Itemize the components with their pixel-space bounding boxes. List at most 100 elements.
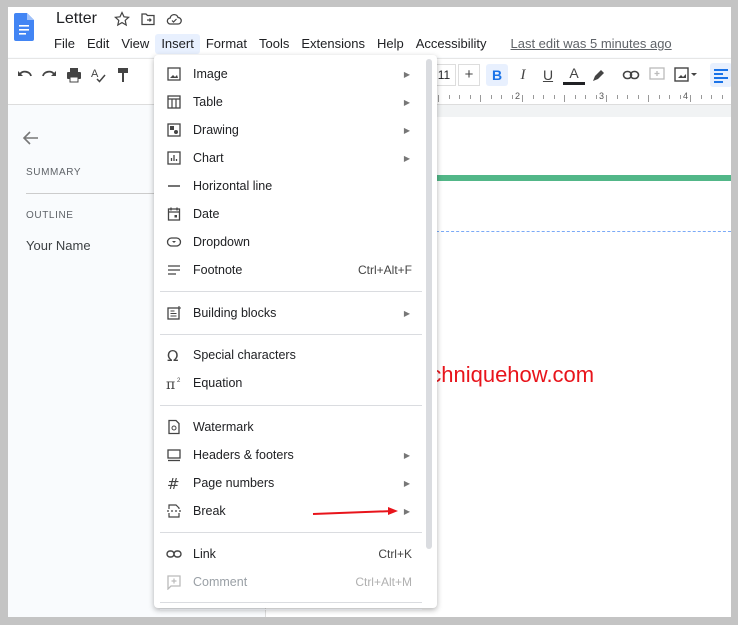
insert-menu-item-watermark[interactable]: Watermark (154, 413, 424, 441)
insert-menu-item-date[interactable]: Date (154, 200, 424, 228)
ruler-tick (595, 95, 597, 99)
redo-icon[interactable] (40, 66, 58, 84)
svg-text:#: # (167, 475, 180, 491)
pi-icon: π2 (166, 375, 182, 391)
ruler-number: 2 (515, 91, 521, 101)
move-folder-icon[interactable] (140, 11, 156, 27)
menu-edit[interactable]: Edit (81, 34, 115, 54)
submenu-arrow-icon: ▶ (403, 97, 410, 107)
headers-footers-icon (166, 447, 182, 463)
align-left-button[interactable] (710, 63, 731, 87)
highlight-icon[interactable] (590, 66, 608, 84)
ruler-tick (616, 95, 618, 99)
break-icon (166, 503, 182, 519)
menu-separator (160, 609, 422, 610)
insert-menu-item-footnote[interactable]: Footnote Ctrl+Alt+F (154, 256, 424, 284)
ruler-number: 4 (683, 91, 689, 101)
menu-item-label: Break (193, 504, 226, 518)
menu-insert[interactable]: Insert (155, 34, 200, 54)
menu-item-label: Dropdown (193, 235, 250, 249)
menu-file[interactable]: File (48, 34, 81, 54)
header: Letter File Edit View Insert Format Tool… (8, 7, 731, 57)
ruler-tick (469, 95, 471, 99)
document-title[interactable]: Letter (56, 10, 97, 28)
menu-help[interactable]: Help (371, 34, 410, 54)
insert-menu-item-equation[interactable]: π 2 Equation (154, 369, 424, 397)
insert-menu-item-headers-footers[interactable]: Headers & footers ▶ (154, 441, 424, 469)
ruler-tick (679, 95, 681, 99)
ruler-tick (511, 95, 513, 99)
menu-format[interactable]: Format (200, 34, 253, 54)
last-edit-link[interactable]: Last edit was 5 minutes ago (505, 34, 678, 54)
ruler-tick (721, 95, 723, 99)
chart-icon (166, 150, 182, 166)
menu-separator (160, 291, 422, 292)
ruler-tick (648, 95, 649, 102)
menu-accessibility[interactable]: Accessibility (410, 34, 493, 54)
insert-menu-item-building-blocks[interactable]: Building blocks ▶ (154, 299, 424, 327)
submenu-arrow-icon: ▶ (403, 153, 410, 163)
menu-item-label: Headers & footers (193, 448, 294, 462)
back-arrow-icon[interactable] (22, 129, 40, 147)
ruler-tick (700, 95, 702, 99)
ruler-tick (564, 95, 565, 102)
underline-button[interactable]: U (537, 64, 559, 86)
ruler-tick (669, 95, 670, 99)
footnote-icon (166, 262, 182, 278)
insert-menu-item-page-numbers[interactable]: # Page numbers ▶ (154, 469, 424, 497)
text-color-button[interactable]: A (563, 63, 585, 85)
bold-button[interactable]: B (486, 64, 508, 86)
menu-separator (160, 334, 422, 335)
menu-item-label: Watermark (193, 420, 254, 434)
outline-heading-item[interactable]: Your Name (26, 238, 91, 253)
insert-image-icon[interactable] (673, 66, 699, 84)
insert-menu-item-drawing[interactable]: Drawing ▶ (154, 116, 424, 144)
ruler-tick (490, 95, 492, 99)
svg-text:2: 2 (177, 378, 181, 384)
menu-item-label: Image (193, 67, 228, 81)
menu-separator (160, 602, 422, 603)
insert-menu-item-table[interactable]: Table ▶ (154, 88, 424, 116)
building-blocks-icon (166, 305, 182, 321)
ruler-tick (606, 95, 607, 102)
docs-window: Letter File Edit View Insert Format Tool… (8, 7, 731, 617)
menu-item-label: Link (193, 547, 216, 561)
italic-button[interactable]: I (512, 64, 534, 86)
ruler-tick (658, 95, 660, 99)
docs-logo-icon[interactable] (14, 13, 34, 41)
menu-extensions[interactable]: Extensions (295, 34, 371, 54)
ruler-tick (711, 95, 712, 99)
submenu-arrow-icon: ▶ (403, 125, 410, 135)
calendar-icon (166, 206, 182, 222)
menu-view[interactable]: View (115, 34, 155, 54)
submenu-arrow-icon: ▶ (403, 308, 410, 318)
spellcheck-icon[interactable]: A (89, 66, 107, 84)
menu-item-label: Equation (193, 376, 243, 390)
insert-menu-item-chart[interactable]: Chart ▶ (154, 144, 424, 172)
insert-menu-item-horizontal-line[interactable]: Horizontal line (154, 172, 424, 200)
comment-icon (166, 574, 182, 590)
watermark-icon (166, 419, 182, 435)
print-icon[interactable] (65, 66, 83, 84)
insert-menu-item-image[interactable]: Image ▶ (154, 60, 424, 88)
ruler-tick (532, 95, 534, 99)
undo-icon[interactable] (16, 66, 34, 84)
insert-menu-item-link[interactable]: Link Ctrl+K (154, 540, 424, 568)
insert-menu-item-special-characters[interactable]: Ω Special characters (154, 341, 424, 369)
summary-label: SUMMARY (26, 167, 82, 178)
increase-font-size-button[interactable]: + (458, 64, 480, 86)
insert-menu-item-dropdown[interactable]: Dropdown (154, 228, 424, 256)
insert-menu: Image ▶ Table ▶ Drawing ▶ Chart ▶ Horizontal lin… (154, 55, 437, 610)
star-icon[interactable] (114, 11, 130, 27)
ruler-tick (438, 95, 439, 102)
link-icon[interactable] (622, 66, 640, 84)
paint-format-icon[interactable] (114, 66, 132, 84)
svg-text:Ω: Ω (167, 347, 178, 363)
ruler-tick (459, 95, 460, 99)
align-left-icon (714, 69, 728, 83)
menu-tools[interactable]: Tools (253, 34, 295, 54)
menu-scrollbar[interactable] (426, 59, 432, 549)
cloud-saved-icon[interactable] (166, 11, 182, 27)
menu-item-label: Chart (193, 151, 224, 165)
add-comment-icon[interactable] (648, 66, 666, 84)
